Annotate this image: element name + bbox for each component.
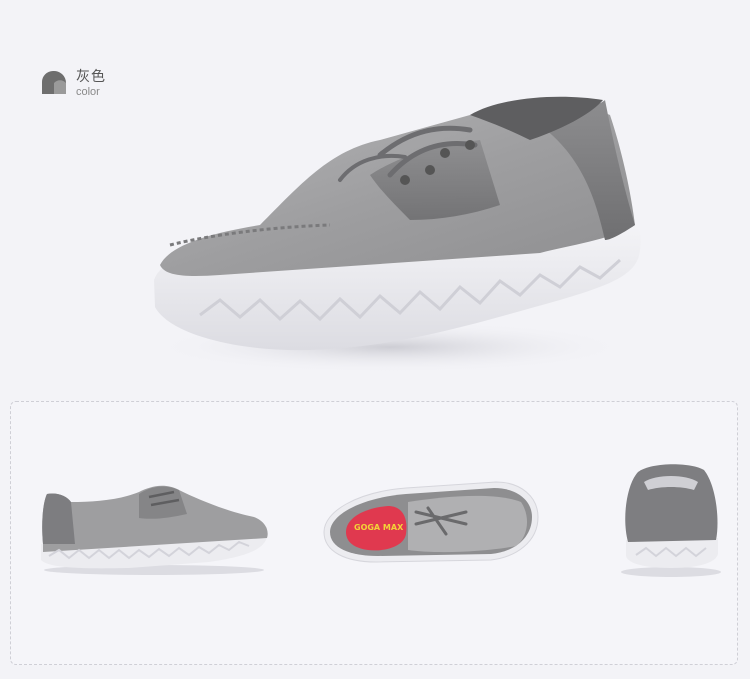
color-swatch-icon bbox=[42, 70, 67, 94]
side-view-illustration bbox=[41, 485, 268, 575]
product-detail-page: 灰色 color GOGA MAX bbox=[0, 0, 750, 679]
hero-shoe-image bbox=[140, 85, 660, 385]
back-view-illustration bbox=[621, 464, 721, 577]
shoe-back-view-image bbox=[616, 460, 726, 580]
product-views-panel: GOGA MAX bbox=[10, 401, 738, 665]
shoe-side-view-image bbox=[39, 472, 269, 577]
color-subtitle: color bbox=[76, 86, 100, 98]
hero-shoe-illustration bbox=[150, 96, 641, 373]
color-name: 灰色 bbox=[76, 69, 106, 85]
shoe-top-view-image: GOGA MAX bbox=[316, 472, 541, 577]
top-view-illustration: GOGA MAX bbox=[323, 481, 539, 563]
insole-logo: GOGA MAX bbox=[354, 523, 404, 532]
